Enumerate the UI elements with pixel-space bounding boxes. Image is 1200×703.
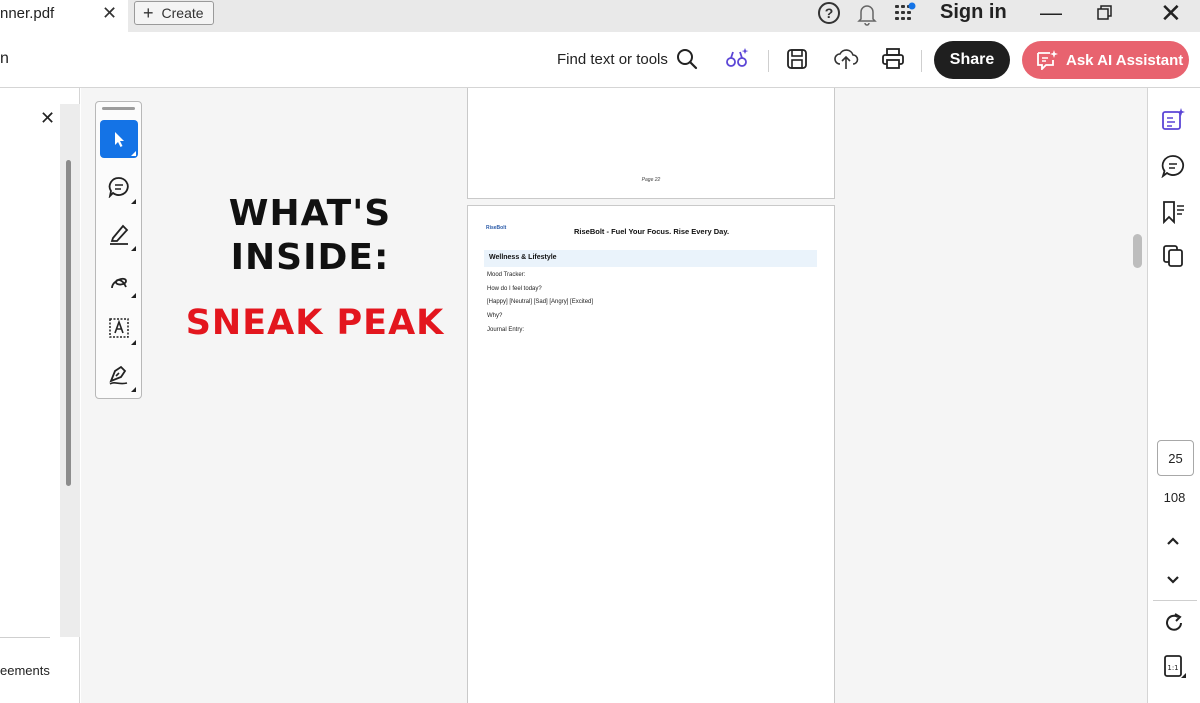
- print-icon[interactable]: [881, 48, 905, 70]
- draw-tool[interactable]: [100, 262, 138, 300]
- ask-ai-assistant-label: Ask AI Assistant: [1066, 51, 1184, 69]
- close-panel-icon[interactable]: ✕: [40, 108, 55, 129]
- select-tool[interactable]: [100, 120, 138, 158]
- window-close-icon[interactable]: ✕: [1160, 0, 1182, 29]
- bell-icon[interactable]: [856, 2, 878, 26]
- signature-icon: [109, 365, 128, 385]
- chevron-up-icon[interactable]: [1164, 534, 1182, 548]
- minimize-icon[interactable]: —: [1040, 0, 1062, 26]
- actual-size-icon[interactable]: 1:1: [1162, 654, 1186, 678]
- current-page-input[interactable]: 25: [1157, 440, 1194, 476]
- create-button[interactable]: + Create: [134, 1, 214, 25]
- page-number-label: Page 22: [641, 177, 661, 183]
- page-header: RiseBolt - Fuel Your Focus. Rise Every D…: [574, 227, 730, 236]
- previous-page: Page 22: [467, 88, 835, 199]
- sign-in-link[interactable]: Sign in: [940, 1, 1007, 24]
- svg-text:1:1: 1:1: [1167, 664, 1178, 672]
- pages-icon[interactable]: [1161, 244, 1185, 268]
- sign-tool[interactable]: [100, 356, 138, 394]
- cloud-upload-icon[interactable]: [833, 47, 859, 71]
- comments-panel-icon[interactable]: [1161, 154, 1185, 178]
- tab-bar: nner.pdf ✕ + Create ? Sign in — ✕: [0, 0, 1200, 32]
- highlight-tool[interactable]: [100, 215, 138, 253]
- comment-icon: [108, 177, 129, 198]
- panel-divider: [1153, 600, 1197, 601]
- bookmarks-icon[interactable]: [1161, 200, 1185, 224]
- page-text-line: How do I feel today?: [487, 286, 542, 292]
- rotate-icon[interactable]: [1163, 612, 1185, 634]
- restore-icon[interactable]: [1096, 4, 1114, 22]
- generative-summary-icon[interactable]: [1161, 108, 1185, 132]
- text-box-icon: [109, 318, 129, 338]
- palette-drag-handle[interactable]: [102, 107, 135, 110]
- magic-edit-icon[interactable]: [725, 47, 749, 71]
- toolbar-divider: [921, 50, 922, 72]
- select-cursor-icon: [115, 132, 124, 147]
- ask-ai-assistant-button[interactable]: Ask AI Assistant: [1022, 41, 1189, 79]
- toolbar-divider: [768, 50, 769, 72]
- share-button[interactable]: Share: [934, 41, 1010, 79]
- plus-icon: +: [143, 3, 154, 23]
- quick-tools-palette: [95, 101, 142, 399]
- page-logo: RiseBolt: [486, 225, 507, 231]
- promo-subtitle: SNEAK PEAK: [185, 303, 445, 343]
- document-scrollbar-thumb[interactable]: [1133, 234, 1142, 268]
- promo-heading-line2: INSIDE:: [230, 237, 390, 278]
- left-side-panel: ✕ eements: [0, 88, 80, 703]
- promo-heading-line1: WHAT'S: [228, 193, 392, 234]
- text-box-tool[interactable]: [100, 309, 138, 347]
- help-icon[interactable]: ?: [818, 2, 840, 24]
- ai-assistant-icon: [1037, 50, 1058, 70]
- panel-divider: [0, 637, 50, 638]
- panel-scrollbar-thumb[interactable]: [66, 160, 71, 486]
- main-toolbar: n Find text or tools Share Ask AI Assist…: [0, 32, 1200, 88]
- search-icon[interactable]: [676, 48, 698, 70]
- page-text-line: Journal Entry:: [487, 327, 525, 333]
- save-icon[interactable]: [786, 48, 808, 70]
- document-tab-title: nner.pdf: [0, 5, 55, 22]
- toolbar-menu-label[interactable]: n: [0, 50, 9, 68]
- page-section-heading: Wellness & Lifestyle: [484, 250, 817, 267]
- page-text-line: Mood Tracker:: [487, 272, 526, 278]
- find-text-or-tools[interactable]: Find text or tools: [557, 51, 668, 68]
- highlight-pen-icon: [110, 224, 129, 245]
- panel-bottom-item[interactable]: eements: [0, 663, 50, 678]
- promo-heading: WHAT'S INSIDE:: [180, 192, 440, 280]
- create-button-label: Create: [161, 5, 204, 21]
- chevron-down-icon[interactable]: [1164, 573, 1182, 587]
- page-text-line: Why?: [487, 313, 503, 319]
- total-pages: 108: [1163, 490, 1186, 505]
- page-text-line: [Happy] [Neutral] [Sad] [Angry] [Excited…: [487, 299, 594, 305]
- document-tab[interactable]: nner.pdf ✕: [0, 0, 128, 32]
- close-icon[interactable]: ✕: [102, 3, 117, 24]
- comment-tool[interactable]: [100, 168, 138, 206]
- draw-freehand-icon: [111, 277, 127, 289]
- current-page: RiseBolt RiseBolt - Fuel Your Focus. Ris…: [467, 205, 835, 703]
- right-side-panel: 25 108 1:1: [1147, 88, 1200, 703]
- apps-grid-icon[interactable]: [893, 2, 917, 26]
